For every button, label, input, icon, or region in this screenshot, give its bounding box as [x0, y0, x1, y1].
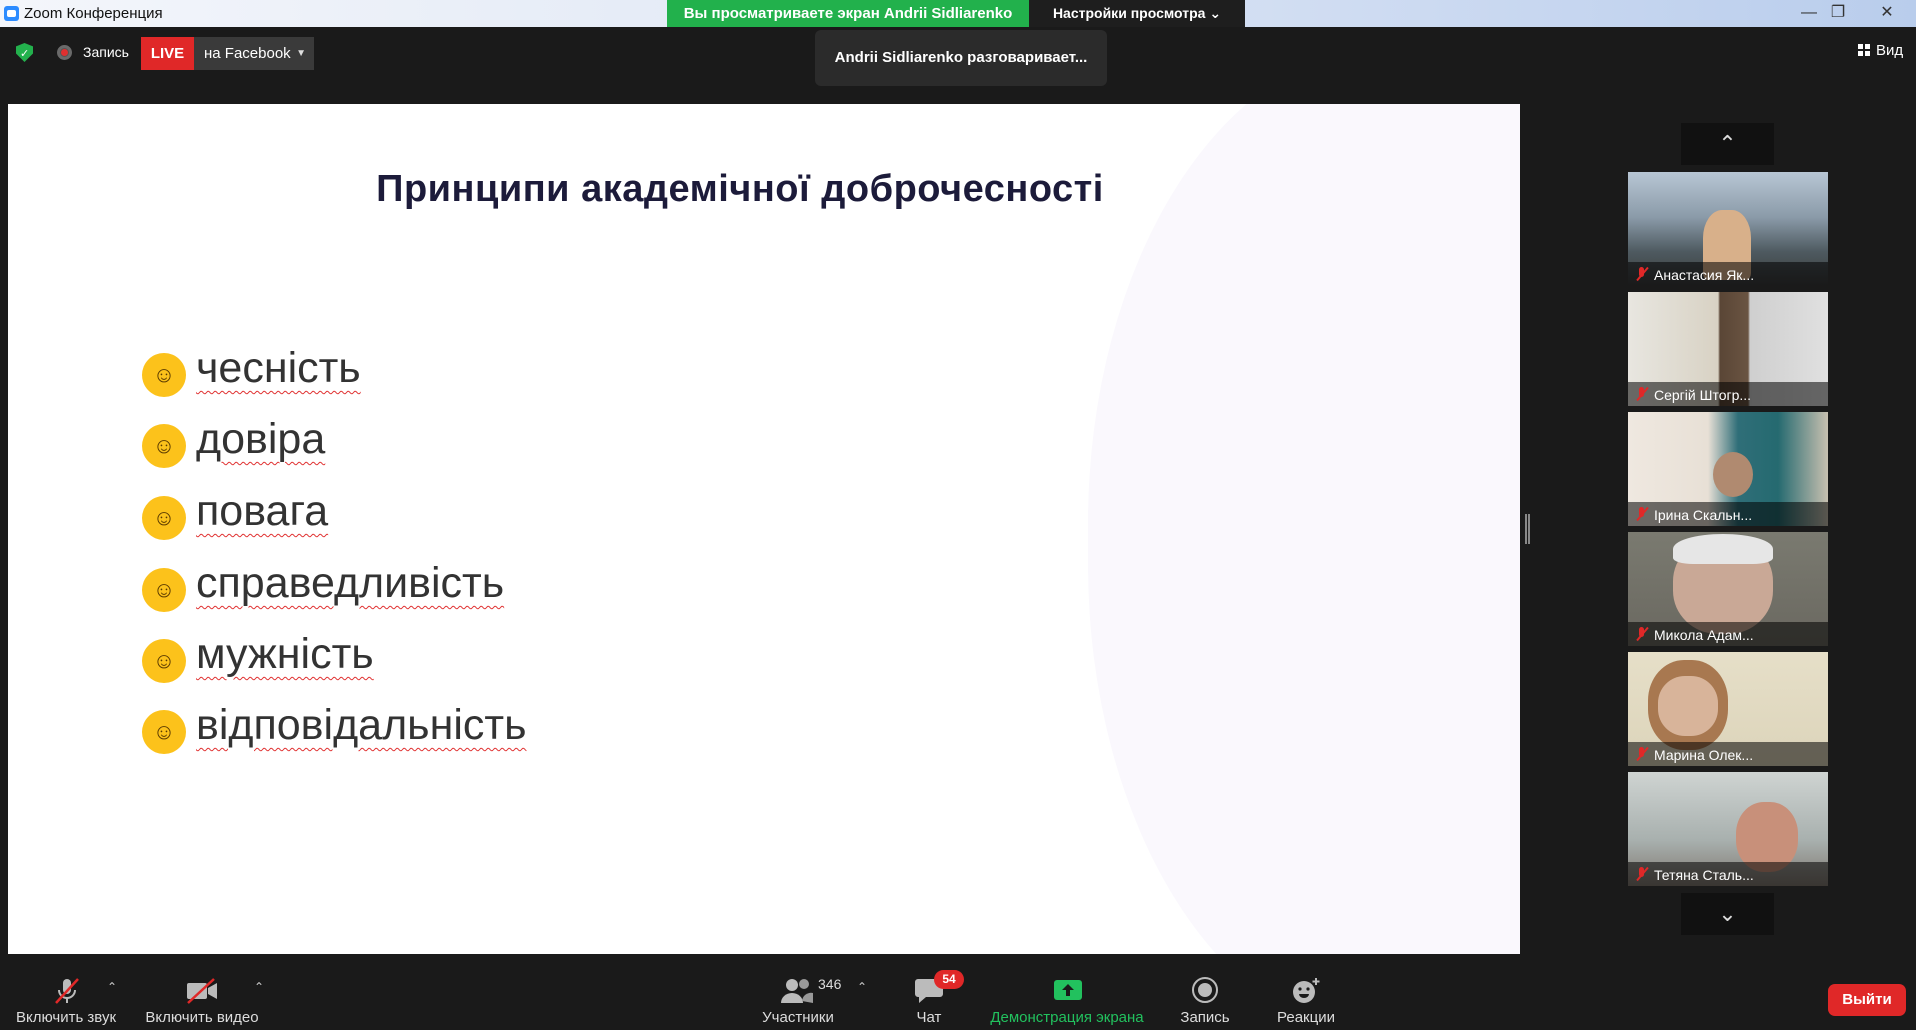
- face-with-monocle-icon: ☺: [142, 568, 186, 612]
- participant-hair: [1673, 534, 1773, 564]
- participant-name: Марина Олек...: [1654, 747, 1754, 763]
- chat-unread-badge: 54: [934, 970, 964, 989]
- muted-mic-icon: [1633, 866, 1649, 882]
- view-settings-dropdown[interactable]: Настройки просмотра ⌄: [1029, 0, 1245, 27]
- caret-down-icon: ▼: [296, 48, 306, 59]
- record-icon: [1192, 977, 1218, 1003]
- shared-screen-slide: Принципи академічної доброчесності ☺ чес…: [8, 104, 1520, 954]
- participants-options-caret[interactable]: ⌃: [855, 980, 869, 994]
- unmute-label: Включить звук: [15, 1009, 117, 1026]
- participant-name: Тетяна Сталь...: [1654, 867, 1754, 883]
- reactions-label: Реакции: [1277, 1009, 1335, 1026]
- principle-text: справедливість: [196, 559, 505, 607]
- participant-name: Сергій Штогр...: [1654, 387, 1752, 403]
- principle-text: відповідальність: [196, 701, 527, 749]
- active-speaker-indicator: Andrii Sidliarenko разговаривает...: [815, 30, 1107, 86]
- view-label: Вид: [1876, 42, 1904, 59]
- participant-tile[interactable]: Марина Олек...: [1628, 652, 1828, 766]
- close-icon[interactable]: ✕: [1876, 3, 1898, 23]
- participant-name: Анастасия Як...: [1654, 267, 1755, 283]
- winking-face-icon: ☺: [142, 424, 186, 468]
- chevron-up-icon: ⌃: [1718, 131, 1737, 156]
- principle-text: повага: [196, 487, 329, 535]
- participant-tile[interactable]: Тетяна Сталь...: [1628, 772, 1828, 886]
- view-settings-label: Настройки просмотра: [1052, 5, 1206, 21]
- audio-options-caret[interactable]: ⌃: [105, 980, 119, 994]
- chat-button[interactable]: Чат: [900, 954, 958, 1030]
- panel-splitter-handle[interactable]: [1525, 514, 1530, 544]
- live-badge: LIVE: [141, 37, 194, 70]
- principle-text: чесність: [196, 344, 361, 392]
- participants-count: 346: [818, 976, 842, 992]
- muted-microphone-icon: [55, 978, 79, 1004]
- muted-mic-icon: [1633, 266, 1649, 282]
- zoom-app-icon: [4, 6, 19, 21]
- window-title: Zoom Конференция: [24, 5, 163, 22]
- gallery-scroll-up-button[interactable]: ⌃: [1681, 123, 1774, 165]
- participants-button[interactable]: Участники: [752, 954, 844, 1030]
- facebook-live-dropdown[interactable]: на Facebook ▼: [194, 37, 314, 70]
- principle-text: довіра: [196, 415, 326, 463]
- reactions-icon: [1293, 978, 1320, 1003]
- muted-mic-icon: [1633, 506, 1649, 522]
- leave-meeting-button[interactable]: Выйти: [1828, 984, 1906, 1016]
- facebook-live-label: на Facebook: [204, 45, 291, 62]
- participant-tile[interactable]: Ірина Скальн...: [1628, 412, 1828, 526]
- start-video-label: Включить видео: [145, 1009, 259, 1026]
- nerd-face-icon: ☺: [142, 496, 186, 540]
- minimize-icon[interactable]: —: [1798, 3, 1820, 23]
- recording-label[interactable]: Запись: [83, 44, 129, 60]
- screen-share-banner: Вы просматриваете экран Andrii Sidliaren…: [667, 0, 1029, 27]
- participants-icon: [781, 979, 813, 1003]
- participant-tile[interactable]: Анастасия Як...: [1628, 172, 1828, 286]
- participant-name: Ірина Скальн...: [1654, 507, 1753, 523]
- share-screen-icon: [1054, 980, 1082, 1000]
- slightly-smiling-face-icon: ☺: [142, 353, 186, 397]
- video-options-caret[interactable]: ⌃: [252, 980, 266, 994]
- muted-mic-icon: [1633, 746, 1649, 762]
- participant-figure: [1713, 452, 1753, 497]
- participant-tile[interactable]: Сергій Штогр...: [1628, 292, 1828, 406]
- participants-label: Участники: [762, 1009, 834, 1026]
- chevron-down-icon: ⌄: [1209, 5, 1222, 21]
- participant-name: Микола Адам...: [1654, 627, 1754, 643]
- hugging-face-icon: ☺: [142, 710, 186, 754]
- smiling-face-with-sunglasses-icon: ☺: [142, 639, 186, 683]
- gallery-scroll-down-button[interactable]: ⌄: [1681, 893, 1774, 935]
- meeting-toolbar: Включить звук ⌃ Включить видео ⌃ Участни…: [0, 954, 1916, 1030]
- reactions-button[interactable]: Реакции: [1266, 954, 1346, 1030]
- participant-tile[interactable]: Микола Адам...: [1628, 532, 1828, 646]
- restore-icon[interactable]: ❐: [1827, 3, 1849, 23]
- chat-label: Чат: [916, 1009, 942, 1026]
- principle-text: мужність: [196, 630, 374, 678]
- share-screen-button[interactable]: Демонстрация экрана: [982, 954, 1152, 1030]
- slide-background-shape: [1088, 104, 1520, 954]
- record-label: Запись: [1180, 1009, 1230, 1026]
- meeting-topbar: ✓ Запись LIVE на Facebook ▼ Andrii Sidli…: [0, 27, 1916, 103]
- share-screen-label: Демонстрация экрана: [990, 1009, 1144, 1026]
- muted-mic-icon: [1633, 626, 1649, 642]
- recording-icon: [57, 45, 72, 60]
- muted-mic-icon: [1633, 386, 1649, 402]
- view-button[interactable]: Вид: [1856, 42, 1903, 59]
- start-video-button[interactable]: Включить видео: [138, 954, 266, 1030]
- video-off-icon: [187, 978, 217, 1004]
- record-button[interactable]: Запись: [1170, 954, 1240, 1030]
- slide-title: Принципи академічної доброчесності: [376, 168, 1104, 210]
- participant-face: [1658, 676, 1718, 736]
- chevron-down-icon: ⌄: [1718, 901, 1737, 926]
- checkmark-icon: ✓: [20, 48, 30, 60]
